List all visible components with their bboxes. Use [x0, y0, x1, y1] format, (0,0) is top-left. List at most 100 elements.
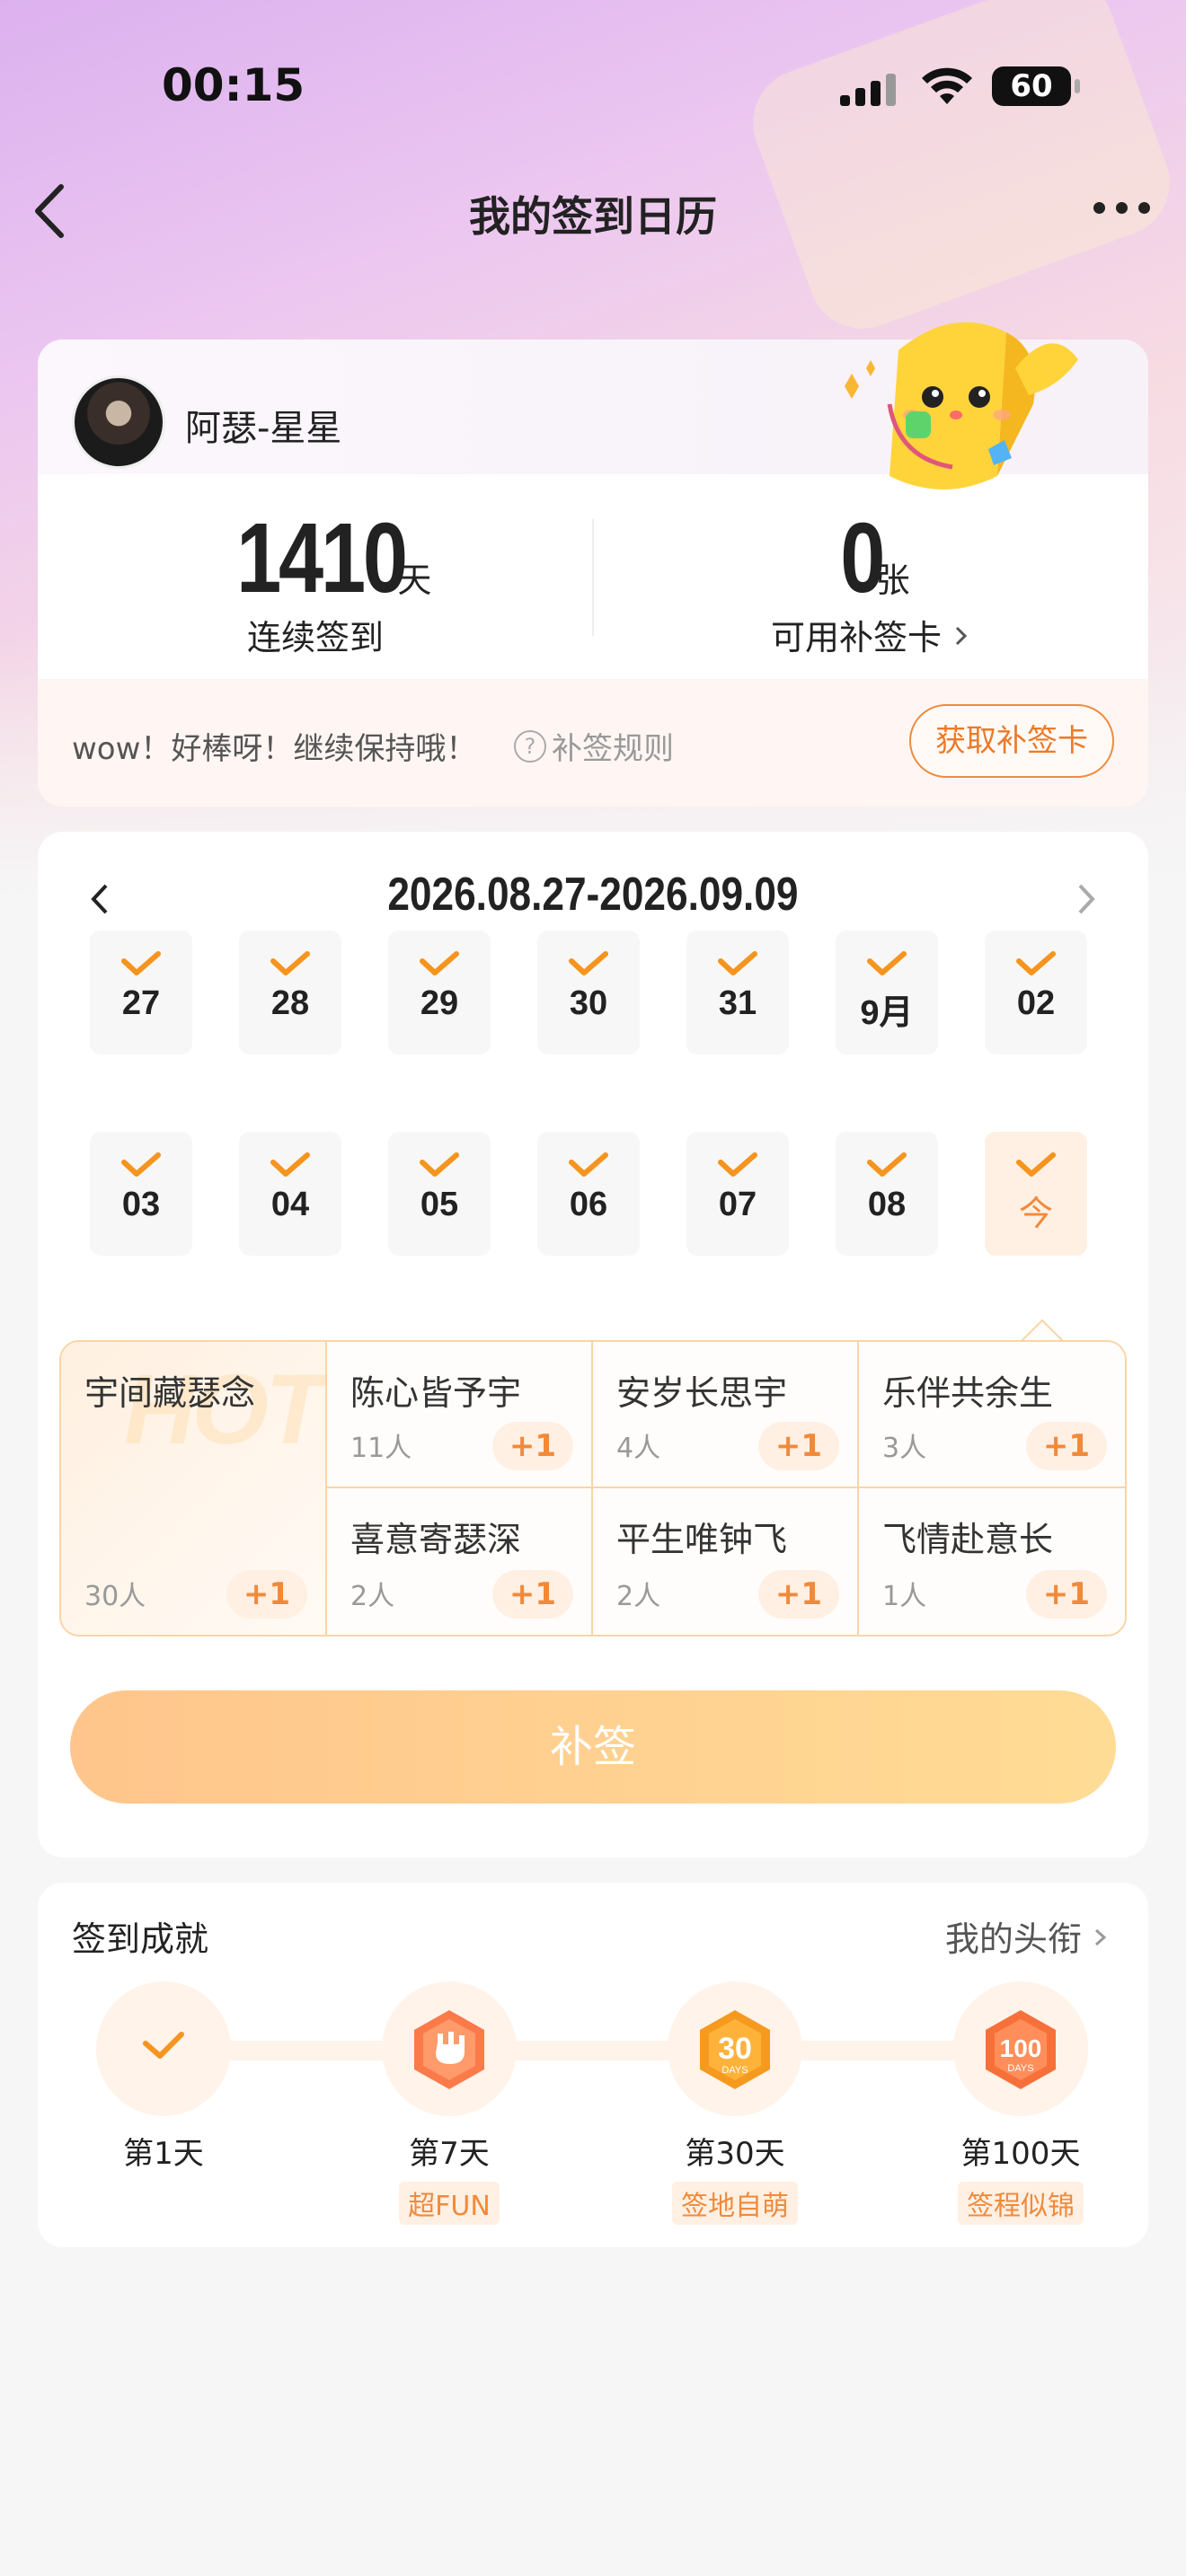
- calendar-day-label: 27: [121, 984, 161, 1022]
- calendar-day[interactable]: 31: [686, 931, 789, 1054]
- avatar[interactable]: [72, 375, 165, 469]
- svg-text:DAYS: DAYS: [721, 2065, 748, 2076]
- calendar-day-label: 08: [867, 1186, 907, 1223]
- calendar-day-label: 06: [569, 1186, 608, 1223]
- achievement-day-label: 第1天: [123, 2136, 204, 2172]
- makeup-rule-link[interactable]: ? 补签规则: [514, 724, 674, 768]
- tag-plus-one-button[interactable]: +1: [1026, 1422, 1107, 1470]
- calendar-day[interactable]: 30: [537, 931, 640, 1054]
- check-icon: [270, 1152, 310, 1177]
- tag-cell: 乐伴共余生 3人 +1: [859, 1342, 1125, 1488]
- achievement-day-30[interactable]: 30 DAYS 第30天 签地自萌: [636, 1981, 834, 2225]
- calendar-day[interactable]: 05: [388, 1132, 491, 1256]
- more-options-icon[interactable]: [1093, 202, 1150, 214]
- tag-name: 宇间藏瑟念: [84, 1373, 256, 1413]
- tag-plus-one-button[interactable]: +1: [758, 1422, 839, 1470]
- tag-name: 飞情赴意长: [882, 1520, 1054, 1559]
- calendar-day-label: 04: [270, 1186, 310, 1223]
- username: 阿瑟-星星: [185, 408, 342, 449]
- calendar-day-label: 29: [420, 984, 459, 1022]
- my-titles-link[interactable]: 我的头衔: [945, 1911, 1109, 1961]
- calendar-day-label: 今: [1018, 1194, 1053, 1233]
- tag-name: 乐伴共余生: [882, 1373, 1054, 1413]
- check-icon: [121, 1152, 161, 1177]
- tag-cell: 陈心皆予宇 11人 +1: [327, 1342, 593, 1488]
- next-week-icon[interactable]: [1067, 877, 1103, 922]
- svg-text:DAYS: DAYS: [1007, 2063, 1033, 2074]
- achievement-day-100[interactable]: 100 DAYS 第100天 签程似锦: [922, 1981, 1120, 2225]
- achievement-title-tag: 签地自萌: [672, 2182, 798, 2225]
- calendar-day[interactable]: 02: [985, 931, 1087, 1054]
- calendar-day[interactable]: 07: [686, 1132, 789, 1256]
- calendar-day-today[interactable]: 今: [985, 1132, 1087, 1256]
- check-icon: [143, 2032, 184, 2059]
- achievement-badge: 30 DAYS: [668, 1981, 802, 2116]
- svg-text:100: 100: [1000, 2034, 1042, 2062]
- calendar-day-label: 30: [569, 984, 608, 1022]
- tag-plus-one-button[interactable]: +1: [1026, 1570, 1107, 1619]
- battery-icon: 60: [992, 66, 1080, 106]
- tag-cell: 喜意寄瑟深 2人 +1: [327, 1488, 593, 1635]
- tag-plus-one-button[interactable]: +1: [492, 1570, 573, 1619]
- achievement-day-label: 第30天: [685, 2136, 785, 2172]
- calendar-day[interactable]: 28: [239, 931, 341, 1054]
- calendar-day[interactable]: 03: [90, 1132, 192, 1256]
- calendar-day[interactable]: 29: [388, 931, 491, 1054]
- calendar-day[interactable]: 9月: [836, 931, 938, 1054]
- tag-cell-featured: HOT 宇间藏瑟念 30人 +1: [61, 1342, 327, 1635]
- achievement-title-tag: 超FUN: [399, 2182, 500, 2225]
- check-icon: [718, 1152, 757, 1177]
- svg-text:30: 30: [718, 2032, 752, 2066]
- tag-cell: 平生唯钟飞 2人 +1: [593, 1488, 859, 1635]
- cellular-signal-icon: [840, 70, 896, 106]
- calendar-day-label: 03: [121, 1186, 161, 1223]
- tag-plus-one-button[interactable]: +1: [226, 1570, 307, 1619]
- page-title: 我的签到日历: [469, 192, 717, 241]
- chevron-right-icon: [955, 626, 968, 646]
- calendar-day-label: 07: [718, 1186, 757, 1223]
- my-titles-label: 我的头衔: [944, 1919, 1082, 1959]
- calendar-day-label: 05: [420, 1186, 459, 1223]
- calendar-day-label: 02: [1016, 984, 1056, 1022]
- makeup-rule-label: 补签规则: [552, 731, 674, 767]
- achievement-badge: [382, 1981, 517, 2116]
- tag-plus-one-button[interactable]: +1: [758, 1570, 839, 1619]
- calendar-day[interactable]: 06: [537, 1132, 640, 1256]
- tag-count: 1人: [882, 1581, 927, 1612]
- makeup-sign-in-button[interactable]: 补签: [70, 1690, 1116, 1804]
- 30-days-badge-icon: 30 DAYS: [700, 2010, 770, 2089]
- tag-plus-one-button[interactable]: +1: [492, 1422, 573, 1470]
- calendar-day[interactable]: 27: [90, 931, 192, 1054]
- check-icon: [420, 951, 459, 975]
- tag-name: 喜意寄瑟深: [350, 1520, 522, 1559]
- check-icon: [867, 951, 907, 975]
- check-icon: [867, 1152, 907, 1177]
- consecutive-sign-in-stat: 1410天 连续签到: [38, 501, 593, 659]
- calendar-day-label: 9月: [860, 994, 914, 1032]
- check-icon: [1016, 951, 1056, 975]
- achievement-track: [181, 2041, 1008, 2060]
- achievement-day-1[interactable]: 第1天: [65, 1981, 262, 2173]
- calendar-day[interactable]: 04: [239, 1132, 341, 1256]
- chevron-right-icon: [1095, 1928, 1107, 1946]
- tag-count: 4人: [616, 1433, 661, 1464]
- achievement-day-label: 第100天: [960, 2136, 1081, 2172]
- tag-cell: 飞情赴意长 1人 +1: [859, 1488, 1125, 1635]
- tag-panel: HOT 宇间藏瑟念 30人 +1 陈心皆予宇 11人 +1 安岁长思宇 4人 +…: [59, 1340, 1127, 1636]
- achievement-badge: 100 DAYS: [953, 1981, 1088, 2116]
- tag-count: 2人: [616, 1581, 661, 1612]
- consecutive-days-value: 1410: [235, 503, 408, 613]
- tag-count: 30人: [84, 1581, 146, 1612]
- question-icon: ?: [514, 729, 546, 763]
- achievement-day-7[interactable]: 第7天 超FUN: [350, 1981, 548, 2225]
- makeup-cards-stat[interactable]: 0张 可用补签卡: [593, 501, 1148, 659]
- achievement-badge: [96, 1981, 231, 2116]
- wifi-icon: [922, 67, 972, 104]
- tag-name: 陈心皆予宇: [350, 1373, 522, 1413]
- tag-cell: 安岁长思宇 4人 +1: [593, 1342, 859, 1488]
- achievements-card: 签到成就 我的头衔 第1天 第7天 超FUN 30 DAYS 第30天 签地自萌…: [38, 1883, 1148, 2247]
- get-makeup-card-button[interactable]: 获取补签卡: [909, 704, 1114, 778]
- tag-name: 平生唯钟飞: [616, 1520, 788, 1559]
- mascot-illustration: [845, 322, 1078, 490]
- calendar-day[interactable]: 08: [836, 1132, 938, 1256]
